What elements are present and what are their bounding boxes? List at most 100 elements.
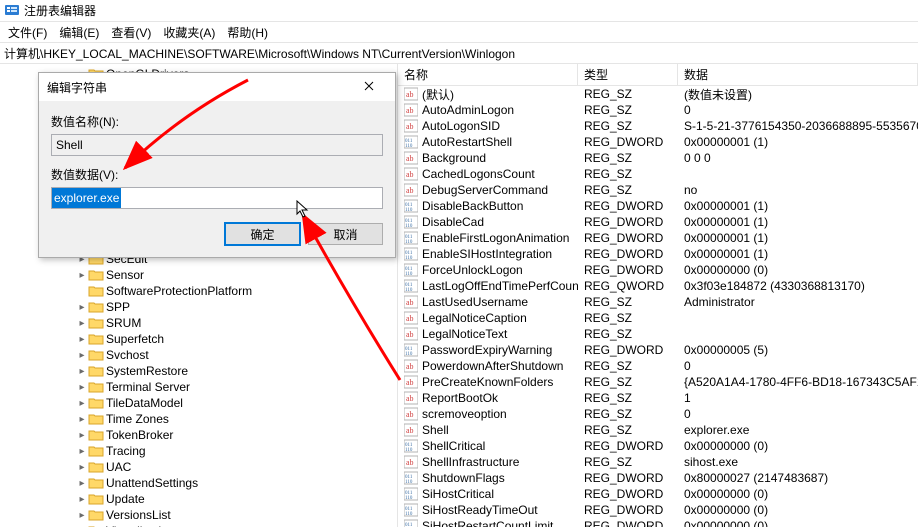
value-name: EnableFirstLogonAnimation xyxy=(422,231,569,245)
column-header-type[interactable]: 类型 xyxy=(578,64,678,85)
list-row[interactable]: abShellREG_SZexplorer.exe xyxy=(398,422,918,438)
tree-item[interactable]: ▸Superfetch xyxy=(0,331,397,347)
cell-name: 011110SiHostReadyTimeOut xyxy=(398,503,578,517)
cell-data: 0x80000027 (2147483687) xyxy=(678,471,918,485)
list-pane[interactable]: 名称 类型 数据 ab(默认)REG_SZ(数值未设置)abAutoAdminL… xyxy=(398,64,918,527)
cell-type: REG_SZ xyxy=(578,295,678,309)
list-row[interactable]: abLegalNoticeCaptionREG_SZ xyxy=(398,310,918,326)
tree-item[interactable]: ▸TileDataModel xyxy=(0,395,397,411)
binary-value-icon: 011110 xyxy=(404,247,418,261)
list-row[interactable]: abCachedLogonsCountREG_SZ xyxy=(398,166,918,182)
list-row[interactable]: 011110ShellCriticalREG_DWORD0x00000000 (… xyxy=(398,438,918,454)
svg-text:ab: ab xyxy=(406,458,414,467)
tree-item[interactable]: ▸SRUM xyxy=(0,315,397,331)
expander-icon[interactable]: ▸ xyxy=(76,462,88,473)
cell-name: 011110DisableBackButton xyxy=(398,199,578,213)
list-row[interactable]: abAutoAdminLogonREG_SZ0 xyxy=(398,102,918,118)
cell-data: 0x00000000 (0) xyxy=(678,439,918,453)
tree-item[interactable]: ▸UnattendSettings xyxy=(0,475,397,491)
list-row[interactable]: abPowerdownAfterShutdownREG_SZ0 xyxy=(398,358,918,374)
value-name-input[interactable] xyxy=(51,134,383,156)
expander-icon[interactable]: ▸ xyxy=(76,334,88,345)
expander-icon[interactable]: ▸ xyxy=(76,382,88,393)
expander-icon[interactable]: ▸ xyxy=(76,350,88,361)
dialog-titlebar[interactable]: 编辑字符串 xyxy=(39,73,395,101)
tree-item[interactable]: ▸TokenBroker xyxy=(0,427,397,443)
list-row[interactable]: 011110SiHostRestartCountLimitREG_DWORD0x… xyxy=(398,518,918,527)
list-row[interactable]: 011110SiHostReadyTimeOutREG_DWORD0x00000… xyxy=(398,502,918,518)
address-bar[interactable]: 计算机\HKEY_LOCAL_MACHINE\SOFTWARE\Microsof… xyxy=(0,42,918,64)
expander-icon[interactable]: ▸ xyxy=(76,302,88,313)
value-data-input-wrapper[interactable]: explorer.exe xyxy=(51,187,383,209)
column-header-name[interactable]: 名称 xyxy=(398,64,578,85)
tree-item[interactable]: ▸UAC xyxy=(0,459,397,475)
ok-button[interactable]: 确定 xyxy=(225,223,300,245)
tree-item[interactable]: ▸SystemRestore xyxy=(0,363,397,379)
expander-icon[interactable]: ▸ xyxy=(76,430,88,441)
list-row[interactable]: abLastUsedUsernameREG_SZAdministrator xyxy=(398,294,918,310)
tree-item[interactable]: ▸Terminal Server xyxy=(0,379,397,395)
list-row[interactable]: abReportBootOkREG_SZ1 xyxy=(398,390,918,406)
folder-icon xyxy=(88,460,104,474)
cancel-button[interactable]: 取消 xyxy=(308,223,383,245)
tree-item[interactable]: ▸Virtualization xyxy=(0,523,397,527)
list-row[interactable]: 011110PasswordExpiryWarningREG_DWORD0x00… xyxy=(398,342,918,358)
cell-name: abAutoAdminLogon xyxy=(398,103,578,117)
expander-icon[interactable]: ▸ xyxy=(76,446,88,457)
value-name: ShellCritical xyxy=(422,439,485,453)
address-path: 计算机\HKEY_LOCAL_MACHINE\SOFTWARE\Microsof… xyxy=(4,45,515,62)
list-row[interactable]: abscremoveoptionREG_SZ0 xyxy=(398,406,918,422)
list-row[interactable]: 011110LastLogOffEndTimePerfCounterREG_QW… xyxy=(398,278,918,294)
tree-item[interactable]: ▸SPP xyxy=(0,299,397,315)
list-row[interactable]: 011110EnableSIHostIntegrationREG_DWORD0x… xyxy=(398,246,918,262)
list-row[interactable]: 011110EnableFirstLogonAnimationREG_DWORD… xyxy=(398,230,918,246)
menu-view[interactable]: 查看(V) xyxy=(107,22,155,43)
menu-help[interactable]: 帮助(H) xyxy=(223,22,272,43)
expander-icon[interactable]: ▸ xyxy=(76,366,88,377)
tree-item-label: Update xyxy=(106,492,145,506)
cell-data: 0x00000000 (0) xyxy=(678,519,918,527)
tree-item[interactable]: ▸Svchost xyxy=(0,347,397,363)
tree-item-label: VersionsList xyxy=(106,508,171,522)
list-row[interactable]: 011110ForceUnlockLogonREG_DWORD0x0000000… xyxy=(398,262,918,278)
folder-icon xyxy=(88,476,104,490)
value-name: EnableSIHostIntegration xyxy=(422,247,552,261)
value-name: DebugServerCommand xyxy=(422,183,548,197)
list-row[interactable]: abLegalNoticeTextREG_SZ xyxy=(398,326,918,342)
dialog-close-button[interactable] xyxy=(349,76,389,98)
menu-edit[interactable]: 编辑(E) xyxy=(55,22,103,43)
tree-item[interactable]: ▸ Update xyxy=(0,491,397,507)
cell-data: 0 xyxy=(678,359,918,373)
list-row[interactable]: ab(默认)REG_SZ(数值未设置) xyxy=(398,86,918,102)
list-row[interactable]: 011110DisableCadREG_DWORD0x00000001 (1) xyxy=(398,214,918,230)
list-row[interactable]: abPreCreateKnownFoldersREG_SZ{A520A1A4-1… xyxy=(398,374,918,390)
list-row[interactable]: abDebugServerCommandREG_SZno xyxy=(398,182,918,198)
tree-item[interactable]: ▸Sensor xyxy=(0,267,397,283)
list-row[interactable]: abBackgroundREG_SZ0 0 0 xyxy=(398,150,918,166)
list-row[interactable]: 011110ShutdownFlagsREG_DWORD0x80000027 (… xyxy=(398,470,918,486)
list-row[interactable]: 011110DisableBackButtonREG_DWORD0x000000… xyxy=(398,198,918,214)
menu-file[interactable]: 文件(F) xyxy=(4,22,51,43)
list-row[interactable]: abAutoLogonSIDREG_SZS-1-5-21-3776154350-… xyxy=(398,118,918,134)
expander-icon[interactable]: ▸ xyxy=(76,270,88,281)
expander-icon[interactable]: ▸ xyxy=(76,494,88,505)
tree-item[interactable]: ▸ VersionsList xyxy=(0,507,397,523)
list-row[interactable]: 011110AutoRestartShellREG_DWORD0x0000000… xyxy=(398,134,918,150)
tree-item[interactable]: ▸Tracing xyxy=(0,443,397,459)
list-row[interactable]: abShellInfrastructureREG_SZsihost.exe xyxy=(398,454,918,470)
expander-icon[interactable]: ▸ xyxy=(76,398,88,409)
tree-item[interactable]: ▸ Time Zones xyxy=(0,411,397,427)
column-header-data[interactable]: 数据 xyxy=(678,64,918,85)
expander-icon[interactable]: ▸ xyxy=(76,510,88,521)
cell-name: abShell xyxy=(398,423,578,437)
cell-type: REG_DWORD xyxy=(578,135,678,149)
menu-favorites[interactable]: 收藏夹(A) xyxy=(159,22,219,43)
list-row[interactable]: 011110SiHostCriticalREG_DWORD0x00000000 … xyxy=(398,486,918,502)
svg-text:110: 110 xyxy=(405,144,413,149)
expander-icon[interactable]: ▸ xyxy=(76,478,88,489)
tree-item[interactable]: SoftwareProtectionPlatform xyxy=(0,283,397,299)
expander-icon[interactable]: ▸ xyxy=(76,318,88,329)
cell-type: REG_DWORD xyxy=(578,471,678,485)
expander-icon[interactable]: ▸ xyxy=(76,414,88,425)
tree-item-label: Time Zones xyxy=(106,412,169,426)
